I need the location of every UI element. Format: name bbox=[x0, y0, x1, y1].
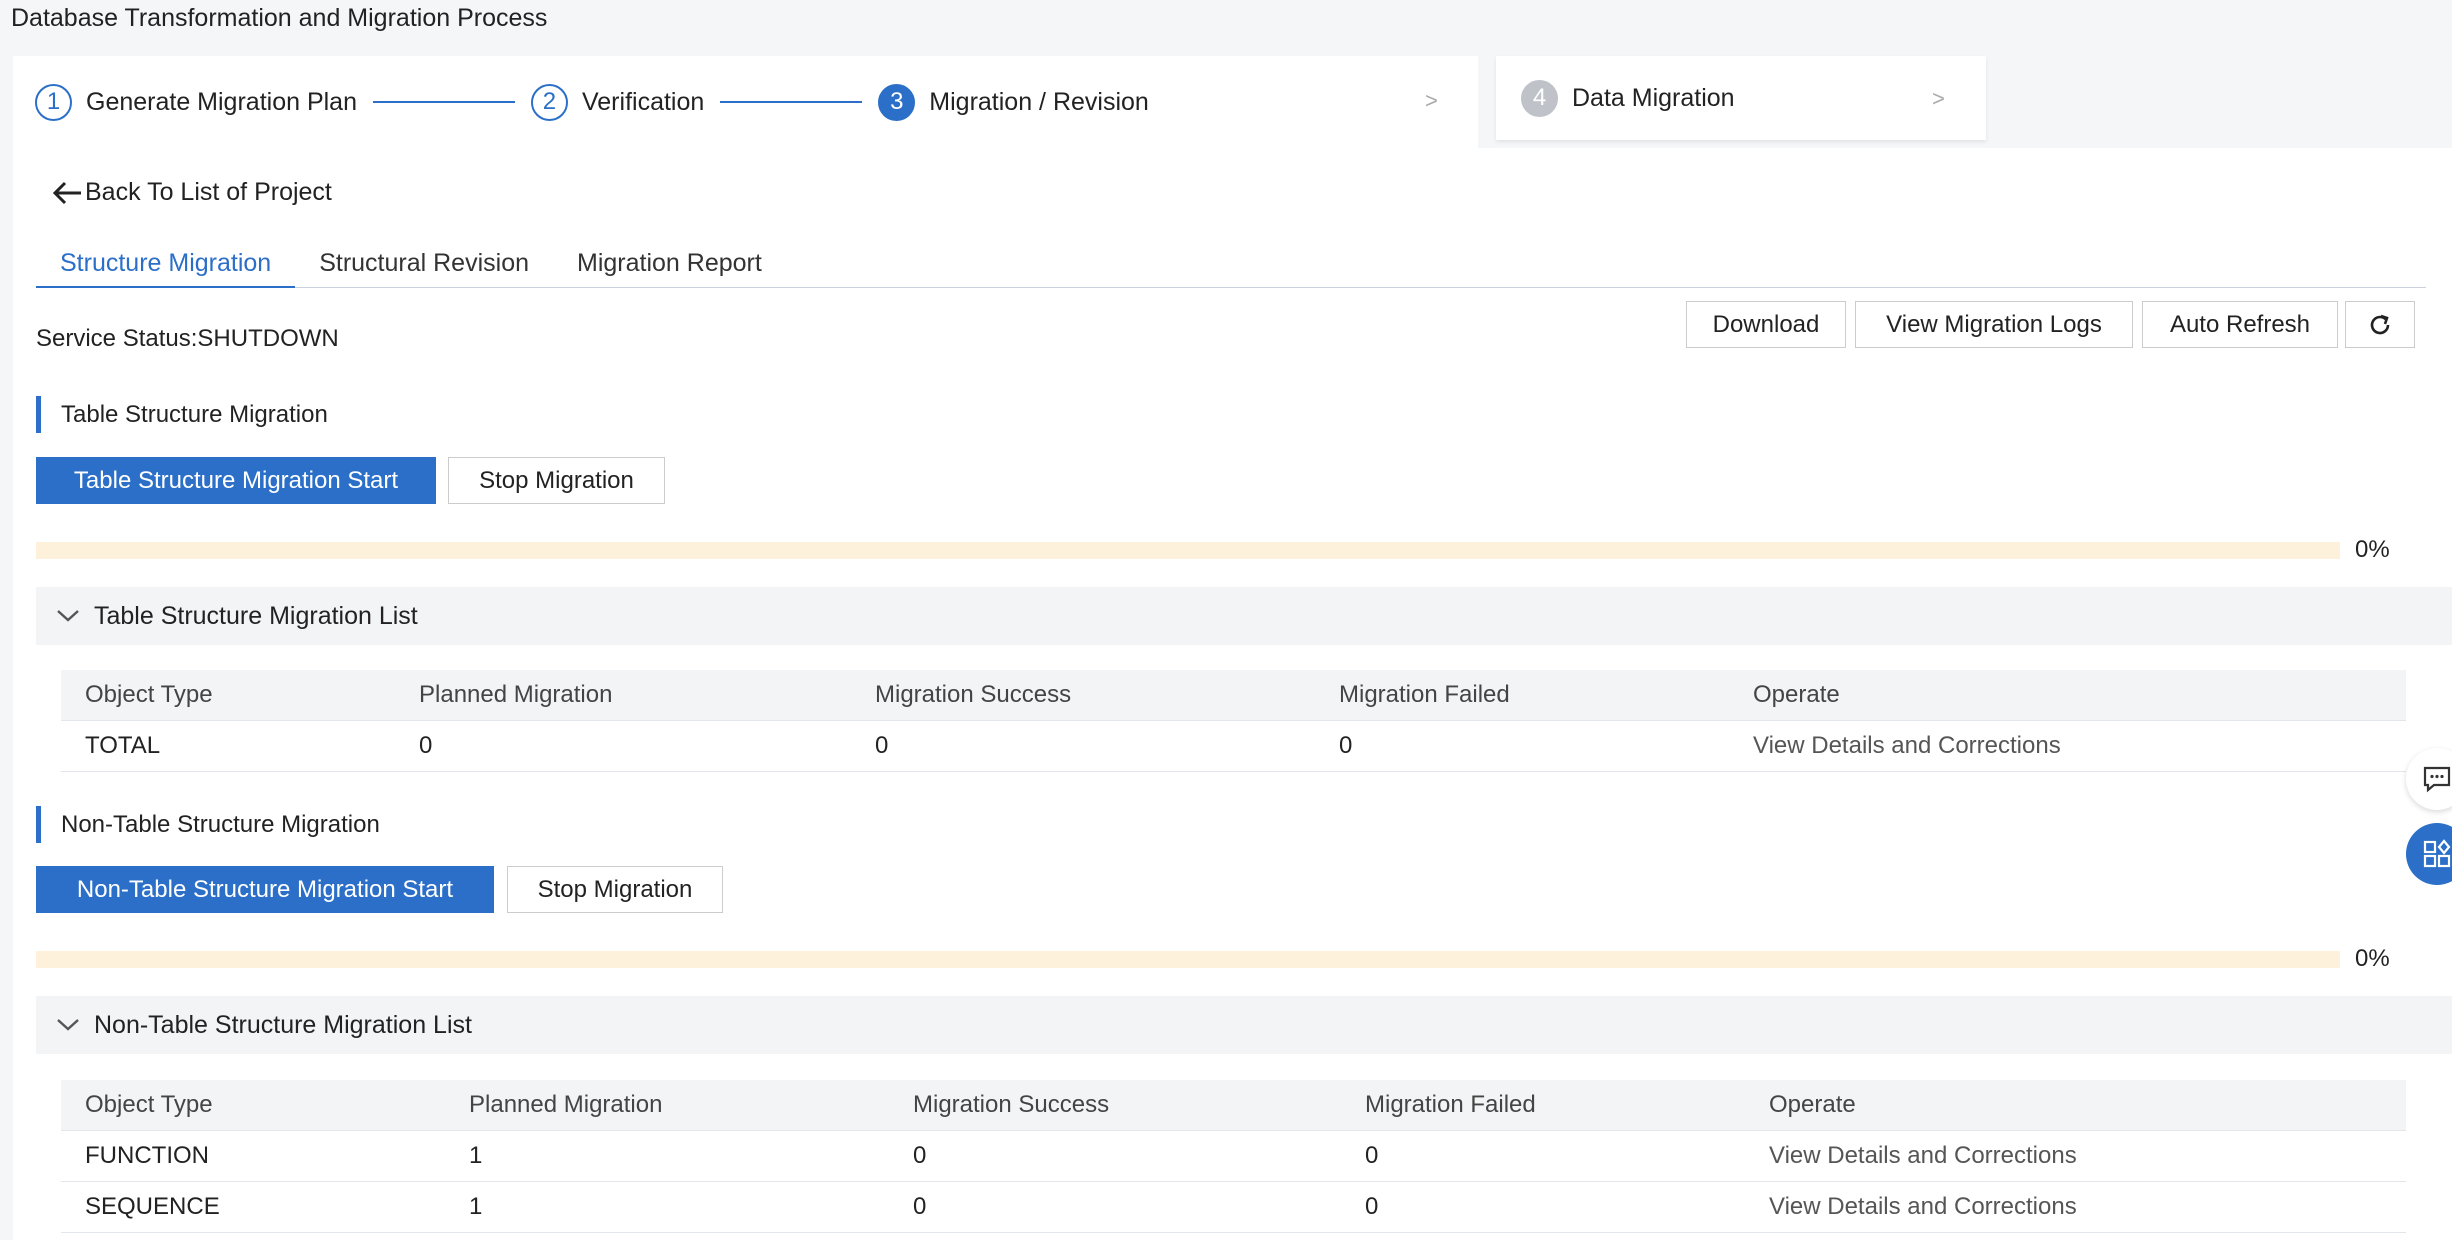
non-table-migration-list-header[interactable]: Non-Table Structure Migration List bbox=[36, 996, 2452, 1054]
steps-bar: 1 Generate Migration Plan 2 Verification… bbox=[13, 56, 1478, 148]
download-button[interactable]: Download bbox=[1686, 301, 1846, 348]
column-header: Migration Failed bbox=[1315, 670, 1729, 721]
toolbar: Download View Migration Logs Auto Refres… bbox=[1686, 301, 2415, 348]
step-data-migration[interactable]: 4 Data Migration > bbox=[1496, 56, 1986, 140]
step-label: Generate Migration Plan bbox=[86, 87, 357, 116]
auto-refresh-button[interactable]: Auto Refresh bbox=[2142, 301, 2338, 348]
view-details-link[interactable]: View Details and Corrections bbox=[1745, 1181, 2406, 1233]
main-content: Back To List of Project Structure Migrat… bbox=[13, 148, 2452, 1240]
step-connector bbox=[720, 101, 863, 103]
chevron-right-icon: > bbox=[1425, 88, 1438, 113]
table-header-row: Object Type Planned Migration Migration … bbox=[61, 670, 2406, 721]
column-header: Object Type bbox=[61, 670, 395, 721]
planned-count: 1 bbox=[445, 1130, 889, 1182]
table-structure-section-title: Table Structure Migration bbox=[36, 396, 328, 433]
tab-structure-migration[interactable]: Structure Migration bbox=[36, 248, 296, 288]
non-table-migration-table: Object Type Planned Migration Migration … bbox=[61, 1080, 2406, 1233]
column-header: Migration Failed bbox=[1341, 1080, 1745, 1131]
tab-structural-revision[interactable]: Structural Revision bbox=[295, 248, 553, 288]
table-migration-list-header[interactable]: Table Structure Migration List bbox=[36, 587, 2452, 645]
table-stop-migration-button[interactable]: Stop Migration bbox=[448, 457, 665, 504]
arrow-left-icon bbox=[52, 181, 81, 204]
non-table-migration-progress bbox=[36, 951, 2340, 968]
view-details-link[interactable]: View Details and Corrections bbox=[1729, 720, 2406, 772]
non-table-section-title: Non-Table Structure Migration bbox=[36, 806, 380, 843]
table-migration-table: Object Type Planned Migration Migration … bbox=[61, 670, 2406, 772]
grid-icon bbox=[2423, 839, 2451, 868]
refresh-button[interactable] bbox=[2345, 301, 2415, 348]
non-table-stop-migration-button[interactable]: Stop Migration bbox=[507, 866, 723, 913]
table-migration-progress bbox=[36, 542, 2340, 559]
table-header-row: Object Type Planned Migration Migration … bbox=[61, 1080, 2406, 1131]
tab-migration-report[interactable]: Migration Report bbox=[553, 248, 786, 288]
object-type: TOTAL bbox=[61, 720, 395, 772]
step-connector bbox=[372, 101, 515, 103]
step-generate-plan[interactable]: 1 Generate Migration Plan bbox=[35, 83, 357, 121]
back-label: Back To List of Project bbox=[85, 178, 332, 206]
failed-count: 0 bbox=[1315, 720, 1729, 772]
step-number: 2 bbox=[530, 83, 568, 121]
step-verification[interactable]: 2 Verification bbox=[530, 83, 705, 121]
planned-count: 1 bbox=[445, 1181, 889, 1233]
column-header: Planned Migration bbox=[445, 1080, 889, 1131]
view-migration-logs-button[interactable]: View Migration Logs bbox=[1855, 301, 2133, 348]
column-header: Migration Success bbox=[889, 1080, 1341, 1131]
step-number: 4 bbox=[1521, 79, 1558, 117]
success-count: 0 bbox=[889, 1130, 1341, 1182]
page-title: Database Transformation and Migration Pr… bbox=[11, 4, 548, 32]
table-row: TOTAL 0 0 0 View Details and Corrections bbox=[61, 720, 2406, 772]
column-header: Operate bbox=[1745, 1080, 2406, 1131]
table-migration-start-button[interactable]: Table Structure Migration Start bbox=[36, 457, 436, 504]
step-number: 1 bbox=[35, 83, 72, 121]
step-migration-revision[interactable]: 3 Migration / Revision bbox=[878, 83, 1149, 121]
step-label: Data Migration bbox=[1572, 83, 1735, 112]
service-status: Service Status:SHUTDOWN bbox=[36, 325, 339, 352]
step-number: 3 bbox=[878, 83, 916, 121]
failed-count: 0 bbox=[1341, 1130, 1745, 1182]
chat-icon bbox=[2423, 766, 2451, 793]
success-count: 0 bbox=[889, 1181, 1341, 1233]
step-label: Migration / Revision bbox=[929, 87, 1149, 116]
non-table-progress-label: 0% bbox=[2355, 945, 2390, 972]
column-header: Planned Migration bbox=[395, 670, 851, 721]
step-label: Verification bbox=[581, 87, 705, 116]
object-type: FUNCTION bbox=[61, 1130, 445, 1182]
tab-bar: Structure Migration Structural Revision … bbox=[36, 248, 2426, 288]
success-count: 0 bbox=[851, 720, 1315, 772]
view-details-link[interactable]: View Details and Corrections bbox=[1745, 1130, 2406, 1182]
table-row: SEQUENCE 1 0 0 View Details and Correcti… bbox=[61, 1181, 2406, 1233]
table-row: FUNCTION 1 0 0 View Details and Correcti… bbox=[61, 1130, 2406, 1182]
column-header: Migration Success bbox=[851, 670, 1315, 721]
object-type: SEQUENCE bbox=[61, 1181, 445, 1233]
list-title: Non-Table Structure Migration List bbox=[94, 1010, 472, 1039]
planned-count: 0 bbox=[395, 720, 851, 772]
failed-count: 0 bbox=[1341, 1181, 1745, 1233]
refresh-icon bbox=[2370, 314, 2390, 334]
chevron-down-icon bbox=[57, 610, 79, 622]
chevron-right-icon: > bbox=[1932, 86, 1945, 111]
column-header: Object Type bbox=[61, 1080, 445, 1131]
non-table-migration-start-button[interactable]: Non-Table Structure Migration Start bbox=[36, 866, 494, 913]
column-header: Operate bbox=[1729, 670, 2406, 721]
back-to-list-link[interactable]: Back To List of Project bbox=[51, 178, 332, 207]
table-progress-label: 0% bbox=[2355, 536, 2390, 563]
chevron-down-icon bbox=[57, 1019, 79, 1031]
list-title: Table Structure Migration List bbox=[94, 601, 418, 630]
